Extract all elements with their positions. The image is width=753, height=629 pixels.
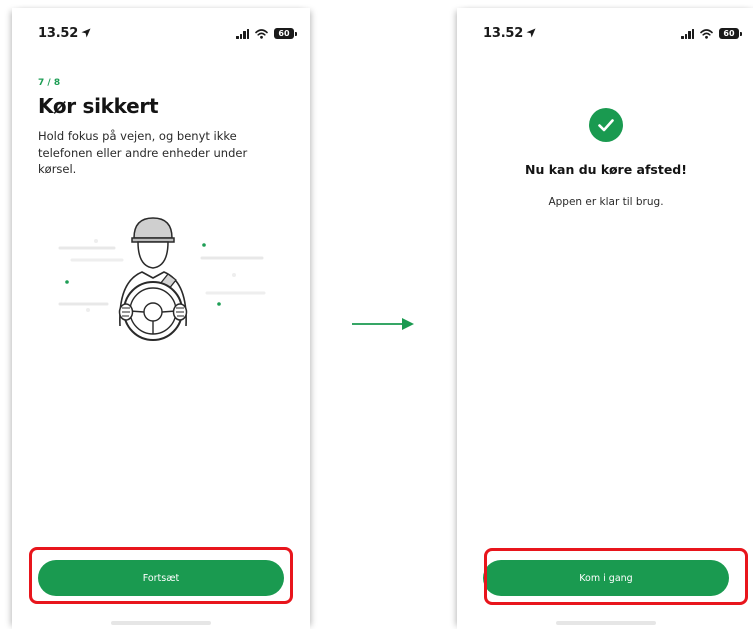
success-subtitle: Appen er klar til brug. bbox=[548, 196, 664, 208]
home-indicator bbox=[111, 621, 211, 625]
checkmark-icon bbox=[589, 108, 623, 142]
step-indicator: 7 / 8 bbox=[38, 78, 61, 88]
page-title: Kør sikkert bbox=[38, 94, 159, 118]
signal-icon bbox=[236, 28, 249, 39]
status-bar: 13.52 60 bbox=[457, 26, 753, 46]
phone-screen-complete: 13.52 60 Nu kan du køre afsted! Appen er… bbox=[457, 8, 753, 629]
signal-icon bbox=[681, 28, 694, 39]
battery-icon: 60 bbox=[274, 28, 297, 39]
location-arrow-icon bbox=[526, 28, 536, 38]
status-time: 13.52 bbox=[38, 26, 91, 41]
success-title: Nu kan du køre afsted! bbox=[525, 162, 687, 177]
status-time: 13.52 bbox=[483, 26, 536, 41]
status-icons: 60 bbox=[681, 28, 742, 39]
home-indicator bbox=[556, 621, 656, 625]
arrow-right-icon bbox=[352, 318, 414, 330]
battery-icon: 60 bbox=[719, 28, 742, 39]
status-bar: 13.52 60 bbox=[12, 26, 310, 46]
page-description: Hold fokus på vejen, og benyt ikke telef… bbox=[38, 129, 248, 176]
highlight-frame-continue bbox=[29, 547, 293, 604]
phone-screen-safety: 13.52 60 7 / 8 Kør sikkert Hold fokus på… bbox=[12, 8, 310, 629]
wifi-icon bbox=[255, 28, 268, 39]
location-arrow-icon bbox=[81, 28, 91, 38]
highlight-frame-get-started bbox=[484, 548, 748, 605]
wifi-icon bbox=[700, 28, 713, 39]
driver-illustration bbox=[58, 217, 266, 341]
status-icons: 60 bbox=[236, 28, 297, 39]
